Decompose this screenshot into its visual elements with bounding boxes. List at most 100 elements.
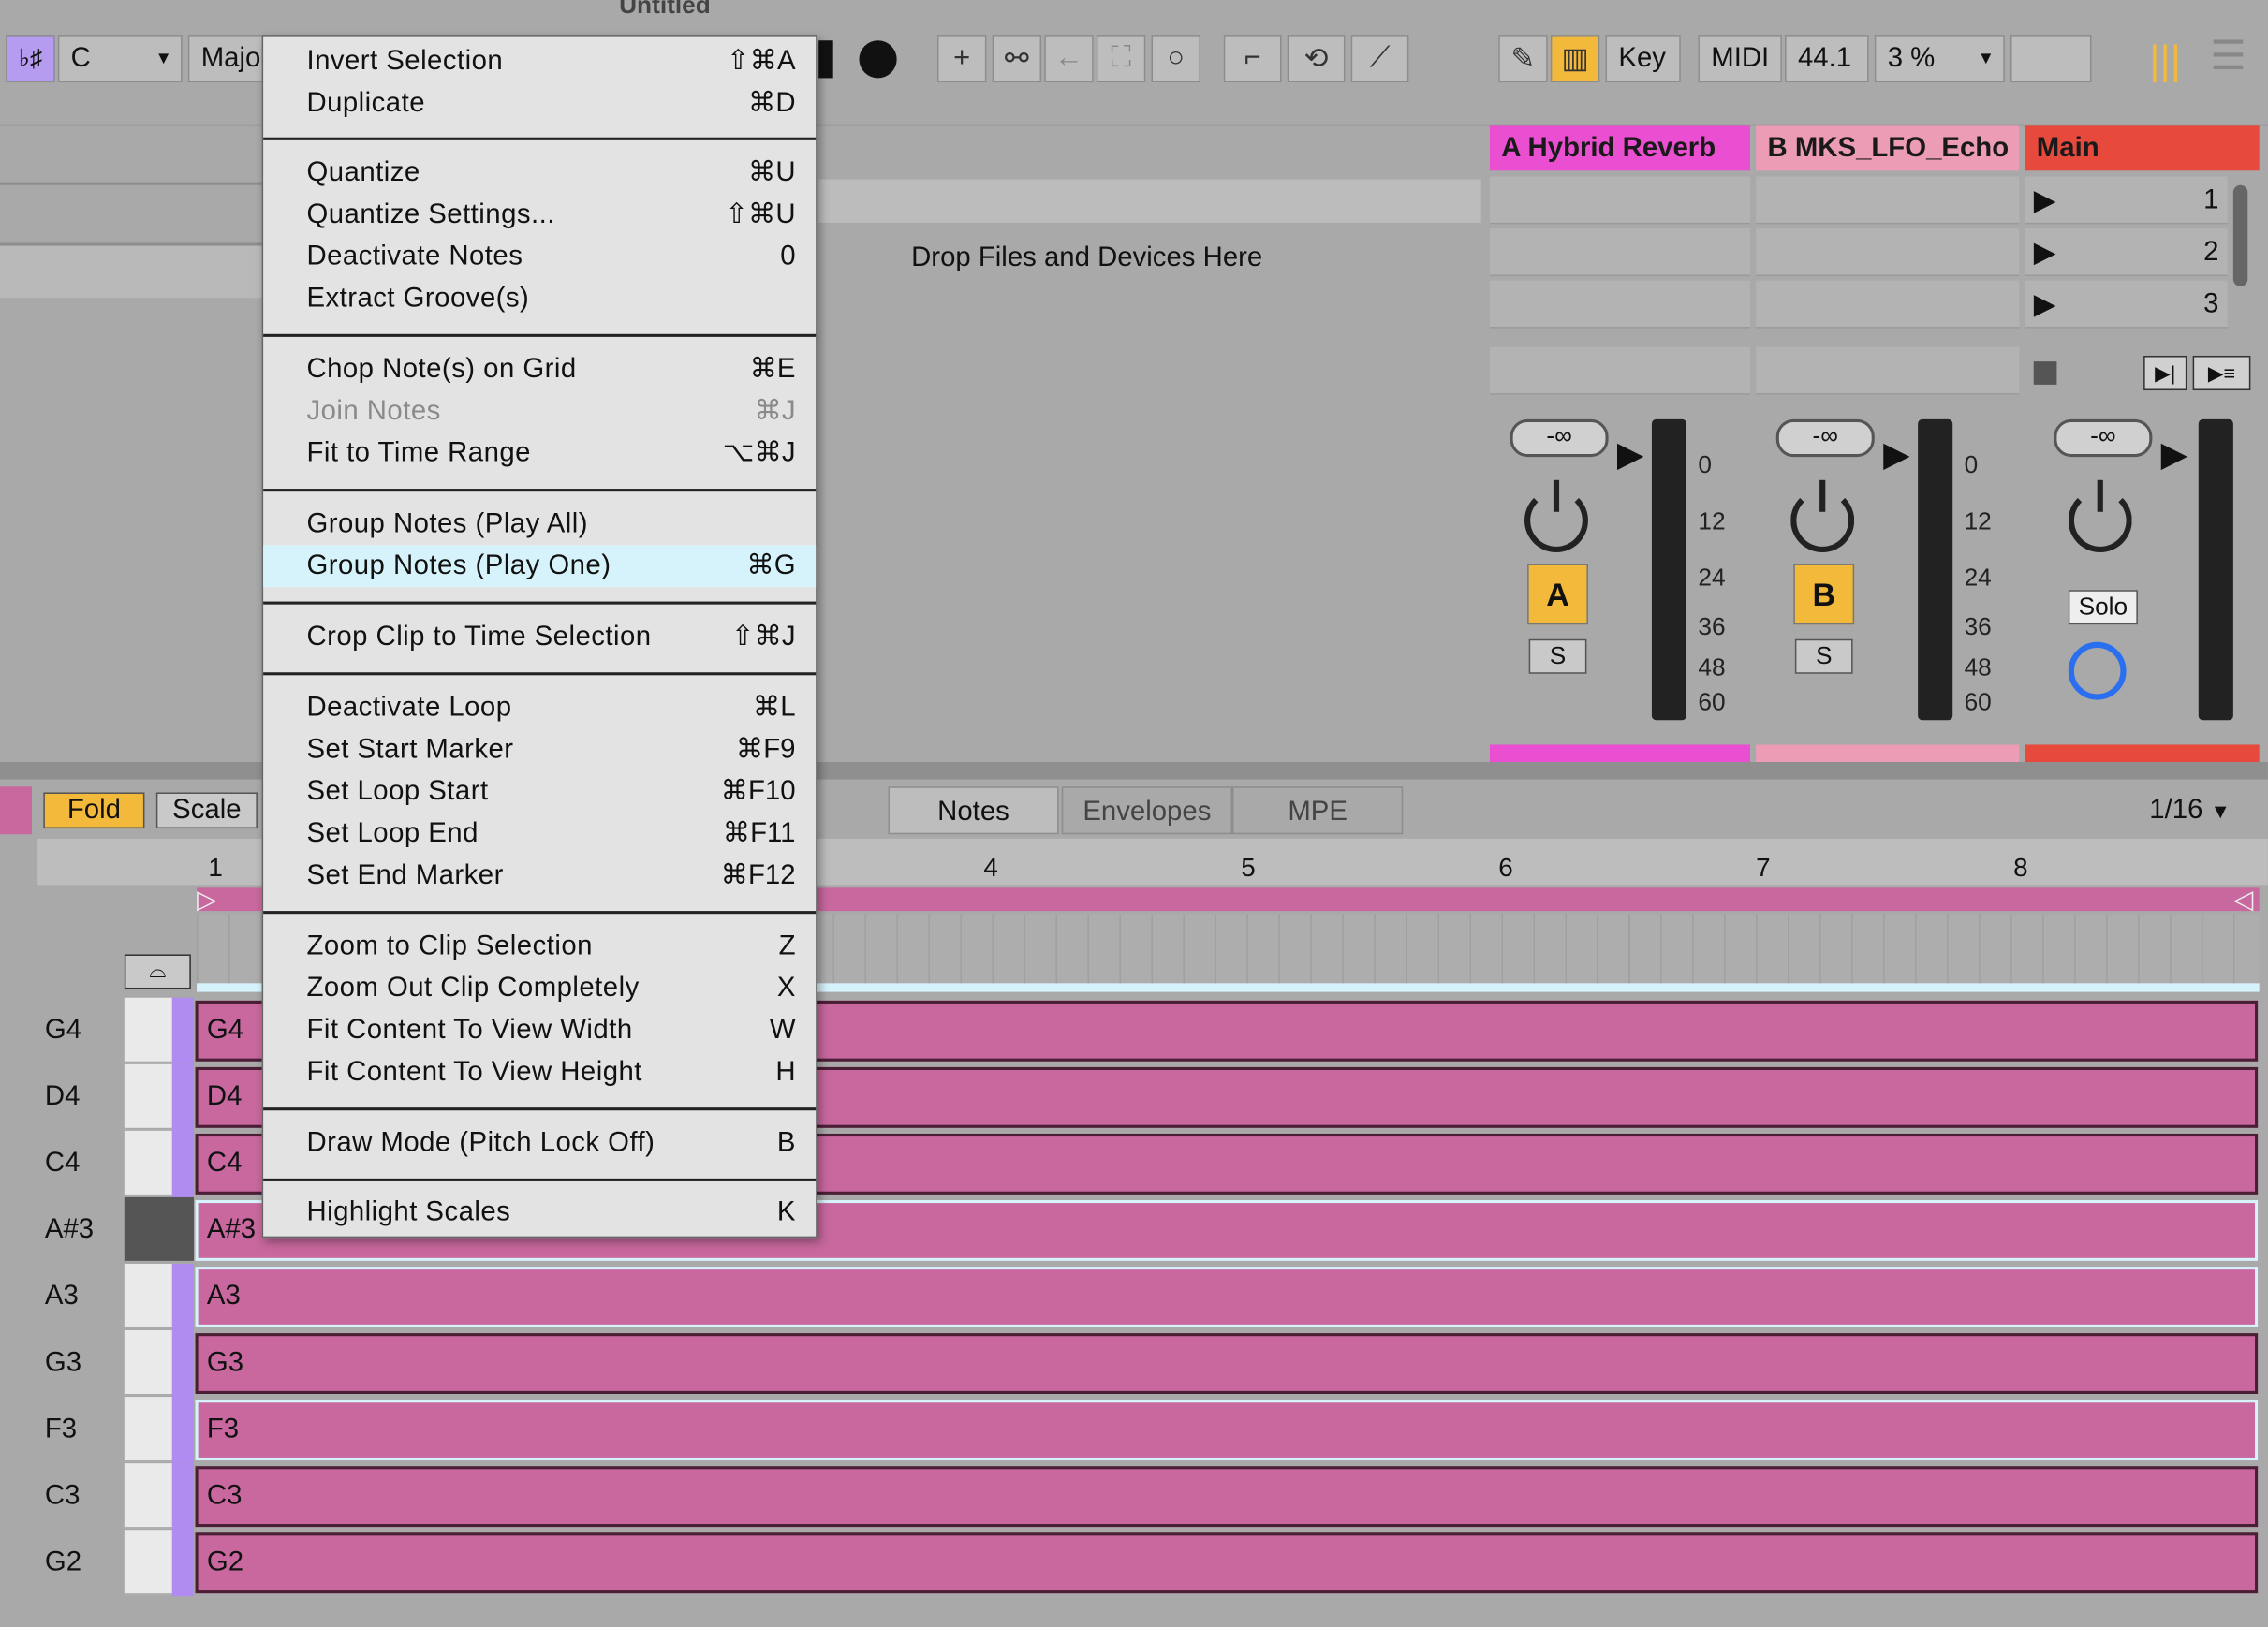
- root-note-select[interactable]: C ▼: [57, 35, 183, 83]
- scene-1[interactable]: ▶ 1: [2025, 176, 2228, 225]
- menu-item-zoom-out-clip[interactable]: Zoom Out Clip Completely X: [263, 967, 816, 1009]
- menu-item-set-end-marker[interactable]: Set End Marker ⌘F12: [263, 855, 816, 897]
- clip-slot[interactable]: [1756, 176, 2020, 225]
- menu-item-set-start-marker[interactable]: Set Start Marker ⌘F9: [263, 728, 816, 770]
- add-icon[interactable]: +: [936, 35, 987, 83]
- menu-item-crop-clip[interactable]: Crop Clip to Time Selection ⇧⌘J: [263, 616, 816, 658]
- play-icon[interactable]: ▶: [2034, 234, 2056, 271]
- cue-volume-knob-icon[interactable]: [2068, 641, 2127, 700]
- midi-note[interactable]: G2: [195, 1532, 2259, 1594]
- menu-icon[interactable]: ☰: [2210, 32, 2246, 80]
- play-icon[interactable]: ▶: [2034, 286, 2056, 323]
- menu-item-fit-content-width[interactable]: Fit Content To View Width W: [263, 1009, 816, 1051]
- pan-knob[interactable]: [1790, 479, 1855, 553]
- arrow-left-icon[interactable]: ←: [1044, 35, 1094, 83]
- bars-icon[interactable]: |||: [2149, 37, 2181, 83]
- end-marker-icon[interactable]: ◁: [2233, 885, 2253, 915]
- piano-key[interactable]: [124, 1463, 172, 1529]
- follow-icon[interactable]: ▶≡: [2192, 355, 2251, 391]
- ramp-icon[interactable]: ⟋: [1350, 35, 1409, 83]
- midi-note[interactable]: A3: [195, 1267, 2259, 1327]
- track-activator-button[interactable]: B: [1793, 564, 1855, 625]
- scale-name-select[interactable]: Majo: [187, 35, 264, 83]
- track-header-main[interactable]: Main: [2025, 125, 2260, 171]
- clip-slot[interactable]: [1489, 346, 1750, 395]
- tab-mpe[interactable]: MPE: [1231, 786, 1404, 835]
- menu-item-group-notes-play-one[interactable]: Group Notes (Play One) ⌘G: [263, 545, 817, 588]
- midi-note[interactable]: C3: [195, 1466, 2259, 1528]
- level-meter[interactable]: [1651, 418, 1687, 721]
- level-meter[interactable]: [1918, 418, 1953, 721]
- curve-icon[interactable]: ⌐: [1223, 35, 1282, 83]
- menu-item-highlight-scales[interactable]: Highlight Scales K: [263, 1192, 816, 1234]
- piano-key[interactable]: [124, 1530, 172, 1595]
- headphones-icon[interactable]: ⌓: [124, 954, 191, 989]
- play-icon[interactable]: ▶: [2034, 183, 2056, 219]
- menu-item-draw-mode[interactable]: Draw Mode (Pitch Lock Off) B: [263, 1122, 816, 1165]
- tab-envelopes[interactable]: Envelopes: [1061, 786, 1232, 835]
- midi-note[interactable]: F3: [195, 1400, 2259, 1461]
- volume-field[interactable]: -∞: [2054, 418, 2153, 458]
- menu-item-quantize-settings[interactable]: Quantize Settings... ⇧⌘U: [263, 194, 816, 236]
- tab-notes[interactable]: Notes: [888, 786, 1059, 835]
- piano-key[interactable]: [124, 1063, 172, 1130]
- clip-slot[interactable]: [1489, 176, 1750, 225]
- volume-field[interactable]: -∞: [1775, 418, 1875, 458]
- menu-item-fit-to-time-range[interactable]: Fit to Time Range ⌥⌘J: [263, 432, 816, 475]
- circle-icon[interactable]: ○: [1151, 35, 1201, 83]
- scene-launch-icon[interactable]: ▶|: [2143, 355, 2187, 391]
- clip-slot[interactable]: [1756, 346, 2020, 395]
- key-map-button[interactable]: Key: [1605, 35, 1681, 83]
- scale-button[interactable]: Scale: [155, 792, 258, 829]
- clip-slot[interactable]: [1756, 228, 2020, 277]
- session-scrollbar[interactable]: [2232, 184, 2248, 286]
- piano-key[interactable]: [124, 997, 172, 1063]
- piano-icon[interactable]: ▥: [1550, 35, 1600, 83]
- scale-mode-button[interactable]: ♭♯: [6, 35, 55, 83]
- menu-item-group-notes-play-all[interactable]: Group Notes (Play All): [263, 504, 816, 546]
- piano-key[interactable]: [124, 1330, 172, 1396]
- cpu-load-display[interactable]: 3 % ▼: [1874, 35, 2005, 83]
- link-icon[interactable]: ⚯: [992, 35, 1042, 83]
- scene-3[interactable]: ▶ 3: [2025, 280, 2228, 329]
- clip-slot[interactable]: [1756, 280, 2020, 329]
- menu-item-quantize[interactable]: Quantize ⌘U: [263, 152, 816, 194]
- menu-item-zoom-to-clip-selection[interactable]: Zoom to Clip Selection Z: [263, 926, 816, 968]
- scene-2[interactable]: ▶ 2: [2025, 228, 2228, 277]
- level-meter[interactable]: [2198, 418, 2233, 721]
- grid-resolution[interactable]: 1/16 ▼: [2149, 796, 2231, 828]
- start-marker-icon[interactable]: ▷: [197, 885, 216, 915]
- volume-field[interactable]: -∞: [1510, 418, 1609, 458]
- menu-item-deactivate-loop[interactable]: Deactivate Loop ⌘L: [263, 687, 816, 729]
- midi-note[interactable]: G3: [195, 1333, 2259, 1394]
- draw-pencil-icon[interactable]: ✎: [1498, 35, 1548, 83]
- solo-button[interactable]: Solo: [2068, 590, 2138, 625]
- menu-item-set-loop-end[interactable]: Set Loop End ⌘F11: [263, 813, 816, 855]
- solo-button[interactable]: S: [1794, 638, 1853, 674]
- menu-item-chop-notes[interactable]: Chop Note(s) on Grid ⌘E: [263, 348, 816, 390]
- selection-frame-icon[interactable]: ⛶: [1096, 35, 1146, 83]
- menu-item-invert-selection[interactable]: Invert Selection ⇧⌘A: [263, 40, 816, 82]
- track-header-b[interactable]: B MKS_LFO_Echo: [1756, 125, 2020, 171]
- track-activator-button[interactable]: A: [1527, 564, 1588, 625]
- fold-button[interactable]: Fold: [43, 792, 145, 829]
- piano-key[interactable]: [124, 1263, 172, 1329]
- loop-icon[interactable]: ⟲: [1287, 35, 1346, 83]
- pan-knob[interactable]: [2068, 479, 2132, 553]
- menu-item-set-loop-start[interactable]: Set Loop Start ⌘F10: [263, 770, 816, 813]
- piano-key-black[interactable]: [124, 1196, 194, 1263]
- stop-all-icon[interactable]: [2033, 361, 2057, 385]
- menu-item-deactivate-notes[interactable]: Deactivate Notes 0: [263, 236, 816, 278]
- midi-map-button[interactable]: MIDI: [1698, 35, 1782, 83]
- piano-key[interactable]: [124, 1130, 172, 1196]
- menu-item-fit-content-height[interactable]: Fit Content To View Height H: [263, 1051, 816, 1093]
- menu-item-extract-groove[interactable]: Extract Groove(s): [263, 278, 816, 320]
- menu-item-duplicate[interactable]: Duplicate ⌘D: [263, 82, 816, 125]
- record-button-icon[interactable]: [859, 40, 897, 79]
- pan-knob[interactable]: [1524, 479, 1588, 553]
- piano-key[interactable]: [124, 1397, 172, 1462]
- clip-slot[interactable]: [1489, 280, 1750, 329]
- track-header-a[interactable]: A Hybrid Reverb: [1489, 125, 1750, 171]
- solo-button[interactable]: S: [1528, 638, 1587, 674]
- overview-box[interactable]: [2010, 35, 2092, 83]
